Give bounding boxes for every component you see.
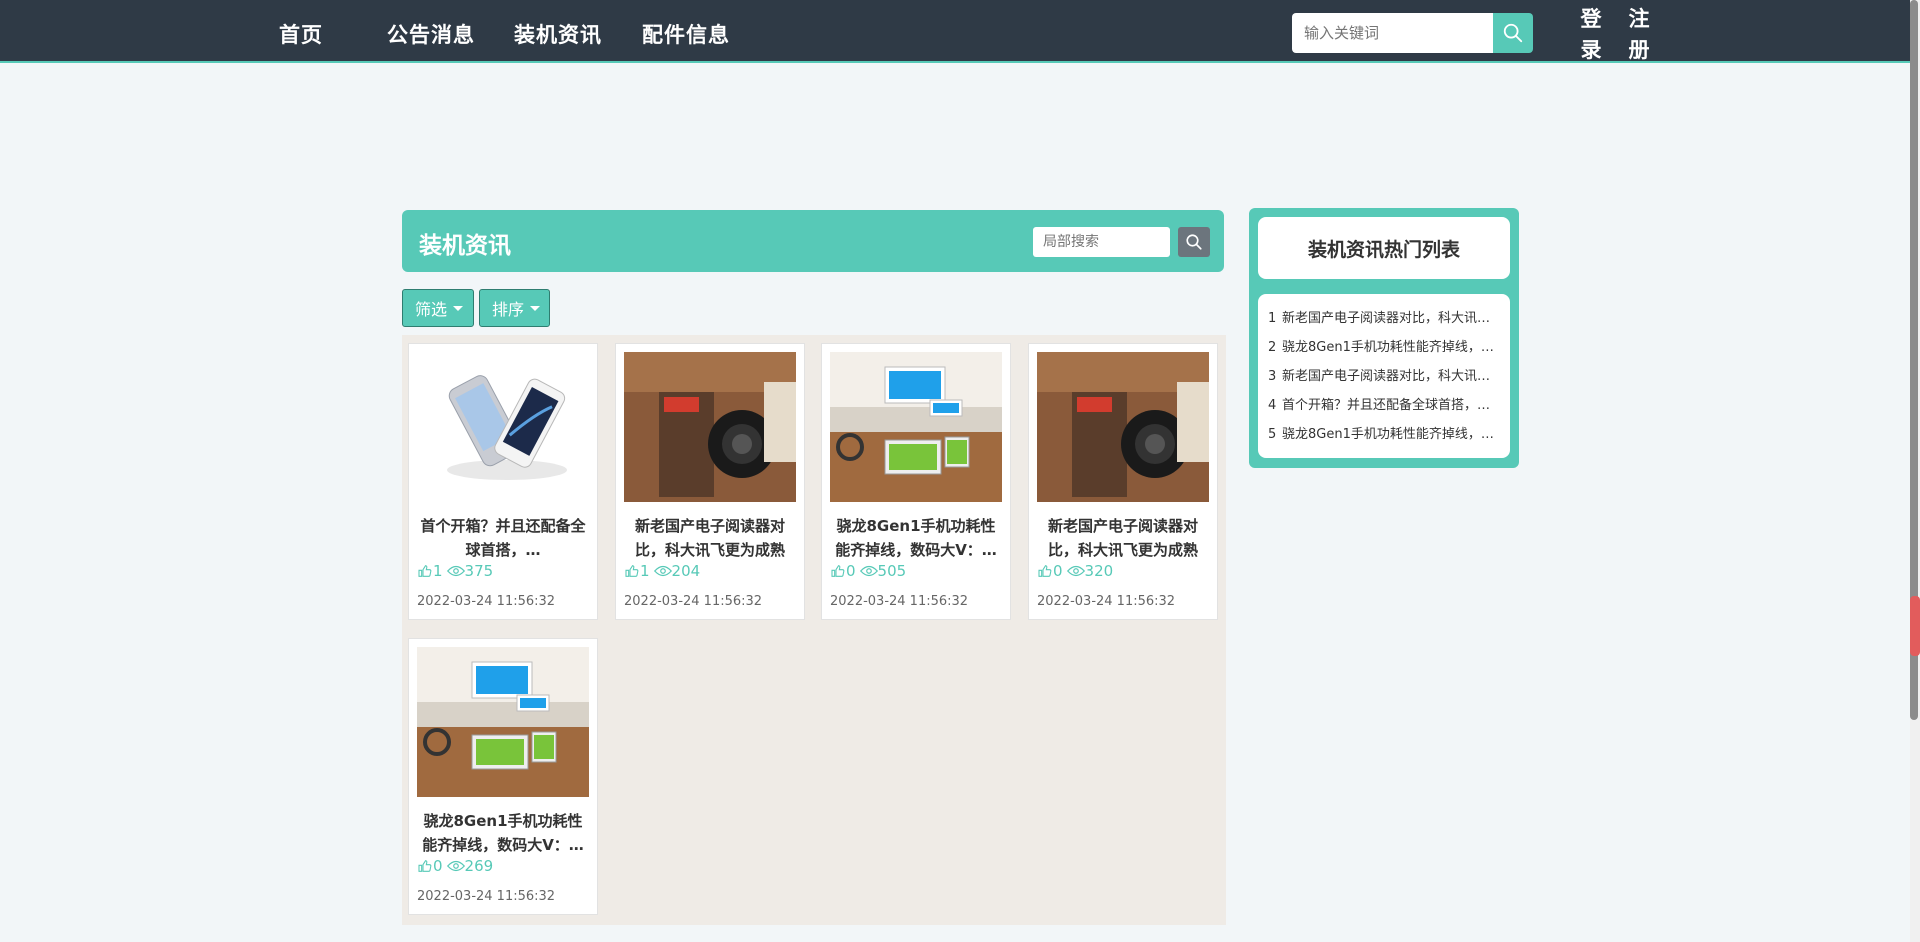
eye-icon xyxy=(859,565,878,577)
like-count: 1 xyxy=(433,562,443,580)
desk-image-icon xyxy=(830,352,1002,502)
like-count: 0 xyxy=(433,857,443,875)
top-search-input[interactable] xyxy=(1292,13,1493,53)
sort-dropdown[interactable]: 排序 xyxy=(479,289,550,327)
local-search-button[interactable] xyxy=(1178,227,1210,257)
hot-item-number: 2 xyxy=(1268,340,1277,355)
hot-item-number: 5 xyxy=(1268,427,1277,442)
nav-build-news[interactable]: 装机资讯 xyxy=(514,19,602,49)
local-search-input[interactable] xyxy=(1033,227,1170,257)
like-count: 0 xyxy=(1053,562,1063,580)
nav-announcements[interactable]: 公告消息 xyxy=(387,19,475,49)
news-card[interactable]: 骁龙8Gen1手机功耗性能齐掉线，数码大V：… 0 269 2022-03-24… xyxy=(408,638,598,915)
news-date: 2022-03-24 11:56:32 xyxy=(830,594,969,609)
news-title[interactable]: 新老国产电子阅读器对比，科大讯飞更为成熟 xyxy=(624,514,796,562)
hot-list-panel: 装机资讯热门列表 1 新老国产电子阅读器对比，科大讯飞更为成熟 2 骁龙8Gen1手… xyxy=(1249,208,1519,468)
thumbs-up-icon xyxy=(625,565,639,577)
news-thumbnail xyxy=(830,352,1002,502)
news-stats: 0 269 xyxy=(417,857,497,875)
top-search-button[interactable] xyxy=(1493,13,1533,53)
login-char-2: 录 xyxy=(1580,38,1602,62)
news-date: 2022-03-24 11:56:32 xyxy=(624,594,763,609)
news-grid: 首个开箱？并且还配备全球首搭，… 1 375 2022-03-24 11:56:… xyxy=(402,335,1226,925)
camera-image-icon xyxy=(624,352,796,502)
hot-item-number: 4 xyxy=(1268,398,1277,413)
hot-list-item[interactable]: 5 骁龙8Gen1手机功耗性能齐掉线，数码大V：… xyxy=(1268,420,1500,449)
page-scrollbar[interactable] xyxy=(1910,0,1920,942)
desk-image-icon xyxy=(417,647,589,797)
thumbs-up-icon xyxy=(831,565,845,577)
top-search xyxy=(1292,13,1533,53)
filter-label: 筛选 xyxy=(415,300,448,319)
thumbs-up-icon xyxy=(418,860,432,872)
view-count: 320 xyxy=(1084,562,1114,580)
news-title[interactable]: 首个开箱？并且还配备全球首搭，… xyxy=(417,514,589,562)
news-date: 2022-03-24 11:56:32 xyxy=(417,889,556,904)
login-link[interactable]: 登 录 xyxy=(1579,4,1603,66)
register-link[interactable]: 注 册 xyxy=(1627,4,1651,66)
thumbs-up-icon xyxy=(1038,565,1052,577)
view-count: 375 xyxy=(464,562,494,580)
eye-icon xyxy=(653,565,672,577)
news-date: 2022-03-24 11:56:32 xyxy=(1037,594,1176,609)
search-icon xyxy=(1503,23,1523,43)
hot-list-item[interactable]: 3 新老国产电子阅读器对比，科大讯飞更为成熟 xyxy=(1268,362,1500,391)
top-navbar: 首页 公告消息 装机资讯 配件信息 登 录 注 册 xyxy=(0,0,1920,63)
news-stats: 0 505 xyxy=(830,562,910,580)
news-panel-header: 装机资讯 xyxy=(402,210,1224,272)
search-icon xyxy=(1186,234,1202,250)
hot-item-text: 新老国产电子阅读器对比，科大讯飞更为成熟 xyxy=(1282,369,1500,384)
hot-item-text: 首个开箱？并且还配备全球首搭，… xyxy=(1282,398,1491,413)
hot-item-text: 骁龙8Gen1手机功耗性能齐掉线，数码大V：… xyxy=(1282,427,1500,442)
hot-item-text: 骁龙8Gen1手机功耗性能齐掉线，数码大V：… xyxy=(1282,340,1500,355)
nav-parts-info[interactable]: 配件信息 xyxy=(642,19,730,49)
thumbs-up-icon xyxy=(418,565,432,577)
news-thumbnail xyxy=(1037,352,1209,502)
view-count: 204 xyxy=(671,562,701,580)
caret-down-icon xyxy=(453,305,464,311)
hot-list-item[interactable]: 2 骁龙8Gen1手机功耗性能齐掉线，数码大V：… xyxy=(1268,333,1500,362)
news-stats: 1 375 xyxy=(417,562,497,580)
view-count: 269 xyxy=(464,857,494,875)
register-char-1: 注 xyxy=(1628,7,1650,31)
like-count: 0 xyxy=(846,562,856,580)
news-thumbnail xyxy=(417,352,589,502)
view-count: 505 xyxy=(877,562,907,580)
news-stats: 1 204 xyxy=(624,562,704,580)
phone-image-icon xyxy=(417,352,589,502)
news-date: 2022-03-24 11:56:32 xyxy=(417,594,556,609)
hot-list: 1 新老国产电子阅读器对比，科大讯飞更为成熟 2 骁龙8Gen1手机功耗性能齐掉线，… xyxy=(1258,294,1510,458)
news-card[interactable]: 骁龙8Gen1手机功耗性能齐掉线，数码大V：… 0 505 2022-03-24… xyxy=(821,343,1011,620)
news-card[interactable]: 新老国产电子阅读器对比，科大讯飞更为成熟 0 320 2022-03-24 11… xyxy=(1028,343,1218,620)
hot-item-text: 新老国产电子阅读器对比，科大讯飞更为成熟 xyxy=(1282,311,1500,326)
hot-list-item[interactable]: 1 新老国产电子阅读器对比，科大讯飞更为成熟 xyxy=(1268,304,1500,333)
hot-list-title: 装机资讯热门列表 xyxy=(1258,217,1510,279)
eye-icon xyxy=(446,860,465,872)
scroll-position-marker xyxy=(1910,596,1920,656)
like-count: 1 xyxy=(640,562,650,580)
filter-dropdown[interactable]: 筛选 xyxy=(402,289,474,327)
register-char-2: 册 xyxy=(1628,38,1650,62)
news-card[interactable]: 首个开箱？并且还配备全球首搭，… 1 375 2022-03-24 11:56:… xyxy=(408,343,598,620)
hot-item-number: 3 xyxy=(1268,369,1277,384)
eye-icon xyxy=(1066,565,1085,577)
news-title[interactable]: 骁龙8Gen1手机功耗性能齐掉线，数码大V：… xyxy=(830,514,1002,562)
panel-title: 装机资讯 xyxy=(419,233,511,259)
news-thumbnail xyxy=(624,352,796,502)
news-card[interactable]: 新老国产电子阅读器对比，科大讯飞更为成熟 1 204 2022-03-24 11… xyxy=(615,343,805,620)
news-title[interactable]: 新老国产电子阅读器对比，科大讯飞更为成熟 xyxy=(1037,514,1209,562)
login-char-1: 登 xyxy=(1580,7,1602,31)
sort-label: 排序 xyxy=(492,300,525,319)
news-thumbnail xyxy=(417,647,589,797)
eye-icon xyxy=(446,565,465,577)
hot-item-number: 1 xyxy=(1268,311,1277,326)
hot-list-item[interactable]: 4 首个开箱？并且还配备全球首搭，… xyxy=(1268,391,1500,420)
news-stats: 0 320 xyxy=(1037,562,1117,580)
news-title[interactable]: 骁龙8Gen1手机功耗性能齐掉线，数码大V：… xyxy=(417,809,589,857)
caret-down-icon xyxy=(530,305,541,311)
nav-home[interactable]: 首页 xyxy=(279,19,323,49)
camera-image-icon xyxy=(1037,352,1209,502)
